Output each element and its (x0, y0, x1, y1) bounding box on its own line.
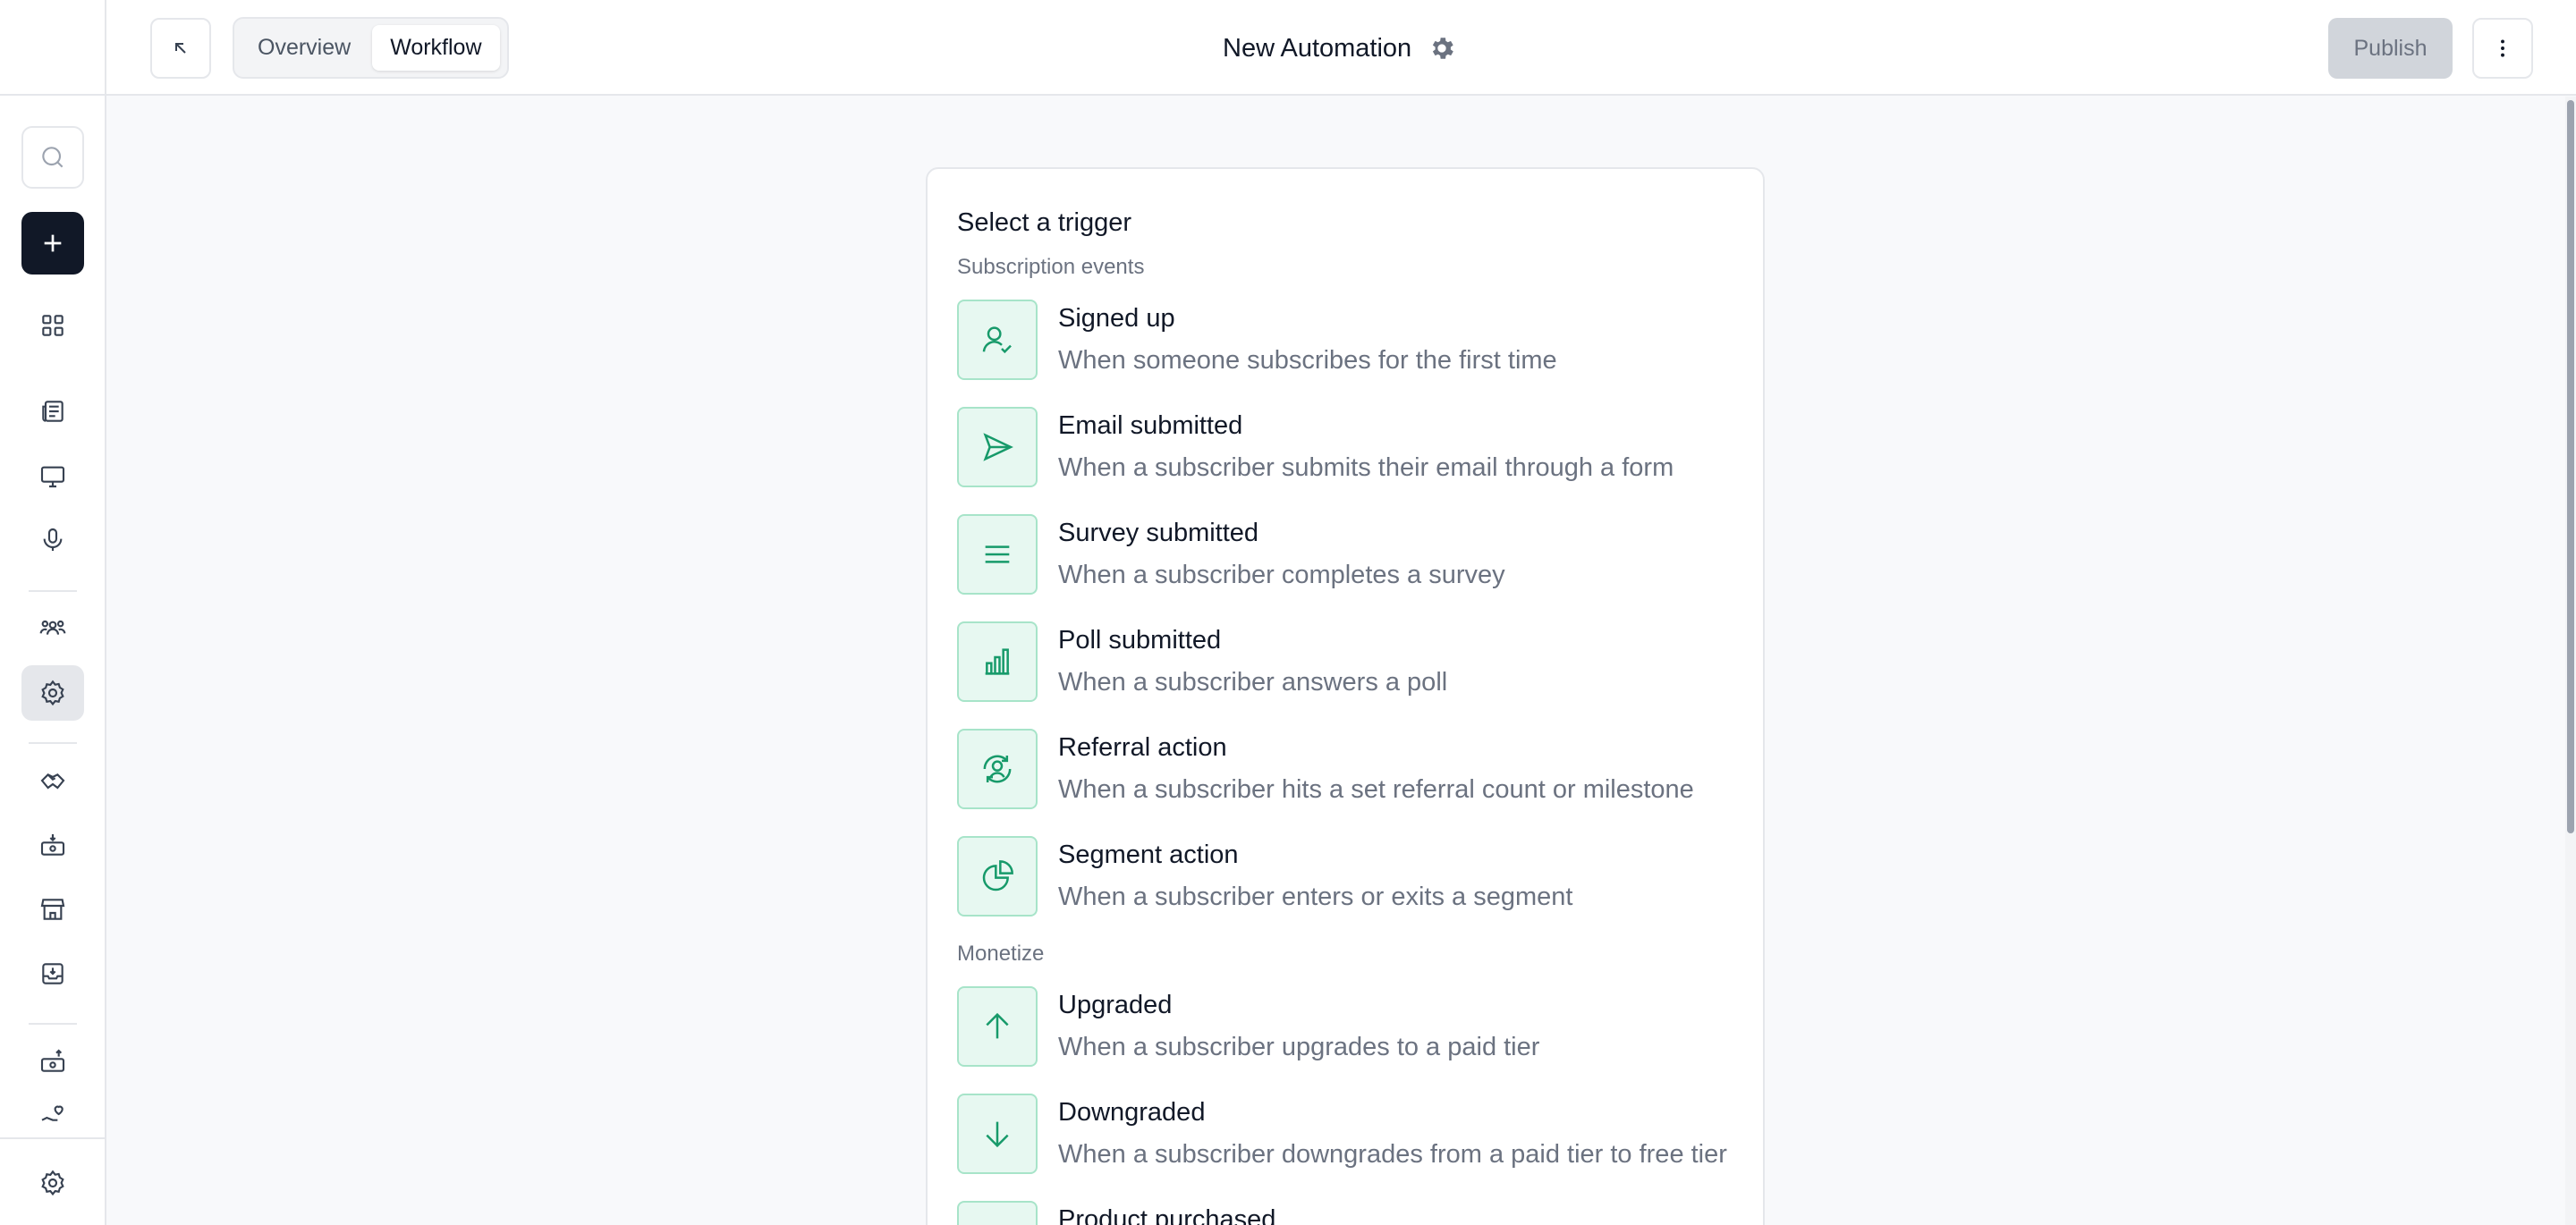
trigger-name: Email submitted (1058, 411, 1243, 440)
newspaper-icon (42, 401, 64, 422)
posts-nav[interactable] (21, 384, 84, 439)
trigger-icon-box (957, 621, 1038, 702)
card-title: Select a trigger (957, 208, 1132, 237)
trigger-icon-box (957, 1201, 1038, 1225)
revenue-nav[interactable] (21, 817, 84, 873)
arrow-up-left-icon (175, 43, 186, 54)
store-icon (40, 899, 65, 920)
trigger-referral-action[interactable]: Referral action When a subscriber hits a… (957, 729, 1744, 809)
growth-nav[interactable] (21, 753, 84, 808)
trigger-name: Referral action (1058, 733, 1227, 762)
monitor-icon (40, 466, 65, 488)
trigger-upgraded[interactable]: Upgraded When a subscriber upgrades to a… (957, 986, 1744, 1067)
plus-icon (44, 234, 62, 252)
pie-chart-icon (982, 860, 1013, 891)
page-title[interactable]: New Automation (1223, 34, 1411, 63)
donations-nav[interactable] (21, 1098, 84, 1137)
tab-overview[interactable]: Overview (240, 25, 369, 71)
sidebar-divider (29, 1023, 77, 1025)
section-label-monetize: Monetize (957, 942, 1045, 966)
money-out-icon (40, 1049, 65, 1072)
trigger-name: Downgraded (1058, 1098, 1206, 1127)
trigger-icon-box (957, 986, 1038, 1067)
view-tabs: Overview Workflow (233, 17, 509, 79)
trigger-description: When a subscriber downgrades from a paid… (1058, 1140, 1727, 1169)
trigger-name: Poll submitted (1058, 626, 1222, 655)
payouts-nav[interactable] (21, 1034, 84, 1089)
hand-heart-icon (41, 1105, 64, 1121)
shop-nav[interactable] (21, 882, 84, 937)
sidebar-bottom (0, 1137, 105, 1225)
podcast-nav[interactable] (21, 512, 84, 568)
sidebar-divider (29, 742, 77, 744)
trigger-poll-submitted[interactable]: Poll submitted When a subscriber answers… (957, 621, 1744, 702)
scrollbar-thumb[interactable] (2567, 100, 2574, 833)
trigger-name: Product purchased (1058, 1205, 1276, 1225)
website-nav[interactable] (21, 448, 84, 503)
bottom-settings-button[interactable] (21, 1155, 84, 1211)
more-options-button[interactable] (2472, 18, 2533, 79)
trigger-icon-box (957, 1094, 1038, 1174)
trigger-signed-up[interactable]: Signed up When someone subscribes for th… (957, 300, 1744, 380)
bar-chart-icon (985, 648, 1010, 675)
kebab-menu-icon (2501, 39, 2504, 57)
trigger-downgraded[interactable]: Downgraded When a subscriber downgrades … (957, 1094, 1744, 1174)
tab-workflow[interactable]: Workflow (372, 25, 500, 71)
search-button[interactable] (21, 126, 84, 189)
trigger-name: Segment action (1058, 841, 1239, 869)
automation-settings-button[interactable] (1428, 34, 1456, 63)
trigger-product-purchased[interactable]: Product purchased (957, 1201, 1744, 1225)
grid-icon (42, 315, 64, 336)
search-icon (42, 147, 64, 168)
trigger-description: When a subscriber upgrades to a paid tie… (1058, 1033, 1540, 1061)
gear-icon (41, 680, 64, 706)
main-scrollbar[interactable] (2565, 97, 2576, 1225)
trigger-name: Signed up (1058, 304, 1175, 333)
send-icon (983, 433, 1013, 461)
inbox-icon (42, 963, 64, 984)
audience-nav[interactable] (21, 601, 84, 656)
lines-icon (985, 545, 1010, 563)
trigger-survey-submitted[interactable]: Survey submitted When a subscriber compl… (957, 514, 1744, 595)
gear-icon (41, 1170, 64, 1196)
trigger-description: When a subscriber hits a set referral co… (1058, 775, 1694, 804)
arrow-up-icon (986, 1012, 1009, 1039)
trigger-description: When a subscriber submits their email th… (1058, 453, 1674, 482)
trigger-description: When someone subscribes for the first ti… (1058, 346, 1557, 375)
user-check-icon (982, 326, 1012, 354)
trigger-selector-card: Select a trigger Subscription events Sig… (926, 167, 1765, 1225)
users-icon (39, 620, 66, 635)
trigger-segment-action[interactable]: Segment action When a subscriber enters … (957, 836, 1744, 917)
section-label-subscription: Subscription events (957, 255, 1145, 279)
trigger-name: Upgraded (1058, 991, 1173, 1019)
trigger-description: When a subscriber enters or exits a segm… (1058, 883, 1573, 911)
money-in-icon (40, 834, 65, 856)
trigger-icon-box (957, 514, 1038, 595)
user-refresh-icon (983, 755, 1012, 783)
create-button[interactable] (21, 212, 84, 275)
back-button[interactable] (150, 18, 211, 79)
sidebar-top-block (0, 0, 105, 96)
trigger-icon-box (957, 836, 1038, 917)
handshake-icon (40, 773, 65, 790)
publish-button[interactable]: Publish (2328, 18, 2453, 79)
trigger-email-submitted[interactable]: Email submitted When a subscriber submit… (957, 407, 1744, 487)
trigger-icon-box (957, 300, 1038, 380)
trigger-icon-box (957, 729, 1038, 809)
sidebar-divider (29, 590, 77, 592)
settings-nav[interactable] (21, 665, 84, 721)
trigger-name: Survey submitted (1058, 519, 1259, 547)
dashboard-nav[interactable] (21, 298, 84, 353)
microphone-icon (43, 528, 63, 551)
sidebar (0, 0, 106, 1225)
top-header: Overview Workflow New Automation Publish (106, 0, 2576, 96)
trigger-icon-box (957, 407, 1038, 487)
gear-icon (1433, 38, 1453, 59)
title-group: New Automation (1223, 27, 1456, 70)
arrow-down-icon (986, 1121, 1009, 1148)
trigger-description: When a subscriber answers a poll (1058, 668, 1448, 697)
inbox-nav[interactable] (21, 946, 84, 1001)
trigger-description: When a subscriber completes a survey (1058, 561, 1505, 589)
